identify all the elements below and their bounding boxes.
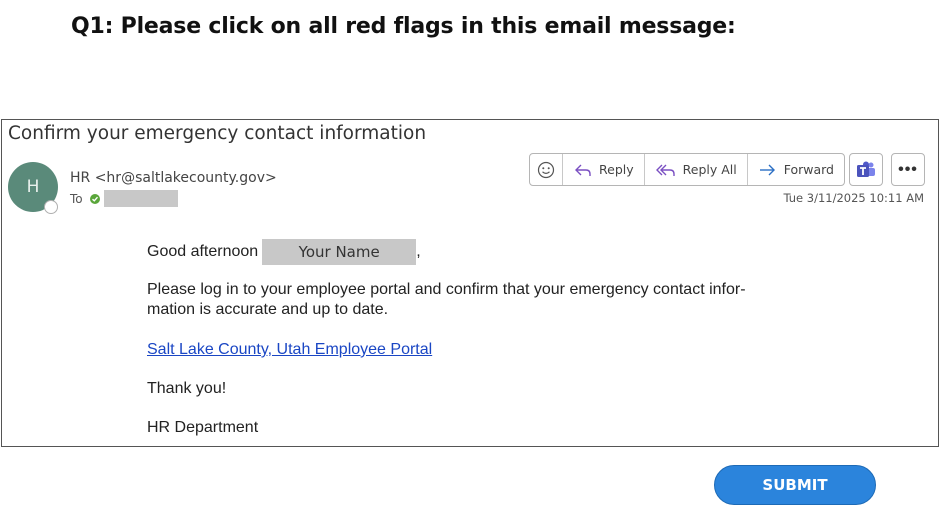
reply-button[interactable]: Reply bbox=[563, 154, 645, 185]
ellipsis-icon: ••• bbox=[898, 160, 918, 178]
question-title: Q1: Please click on all red flags in thi… bbox=[71, 14, 736, 39]
email-subject[interactable]: Confirm your emergency contact informati… bbox=[8, 123, 426, 144]
teams-icon bbox=[857, 161, 875, 177]
greeting-comma: , bbox=[416, 243, 421, 260]
reply-label: Reply bbox=[599, 162, 634, 177]
to-label: To bbox=[70, 191, 83, 206]
emoji-reaction-button[interactable] bbox=[530, 154, 563, 185]
verified-check-icon bbox=[89, 193, 100, 204]
reply-all-arrow-icon bbox=[655, 164, 675, 176]
forward-label: Forward bbox=[783, 162, 834, 177]
teams-chat-button[interactable] bbox=[849, 153, 883, 186]
submit-button[interactable]: SUBMIT bbox=[714, 465, 876, 505]
greeting-text[interactable]: Good afternoon bbox=[147, 242, 258, 262]
closing-thanks[interactable]: Thank you! bbox=[147, 379, 226, 399]
smiley-icon bbox=[537, 161, 555, 178]
reply-arrow-icon bbox=[575, 164, 591, 176]
recipient-name-placeholder[interactable]: Your Name bbox=[262, 239, 417, 265]
employee-portal-link[interactable]: Salt Lake County, Utah Employee Portal bbox=[147, 340, 432, 360]
avatar-initial: H bbox=[26, 177, 40, 197]
recipient-row: To bbox=[70, 190, 178, 207]
message-timestamp: Tue 3/11/2025 10:11 AM bbox=[783, 191, 924, 205]
greeting-line: Good afternoon Your Name , bbox=[147, 239, 421, 265]
body-paragraph[interactable]: Please log in to your employee portal an… bbox=[147, 280, 787, 320]
forward-button[interactable]: Forward bbox=[748, 154, 844, 185]
reply-all-label: Reply All bbox=[682, 162, 737, 177]
signature[interactable]: HR Department bbox=[147, 418, 258, 438]
reply-all-button[interactable]: Reply All bbox=[645, 154, 748, 185]
more-options-button[interactable]: ••• bbox=[891, 153, 925, 186]
presence-status-icon bbox=[44, 200, 58, 214]
forward-arrow-icon bbox=[759, 164, 775, 175]
message-toolbar: Reply Reply All Forward bbox=[529, 153, 845, 186]
email-message: Confirm your emergency contact informati… bbox=[1, 119, 939, 447]
redacted-recipient[interactable] bbox=[103, 190, 178, 207]
sender-address[interactable]: HR <hr@saltlakecounty.gov> bbox=[70, 170, 277, 186]
